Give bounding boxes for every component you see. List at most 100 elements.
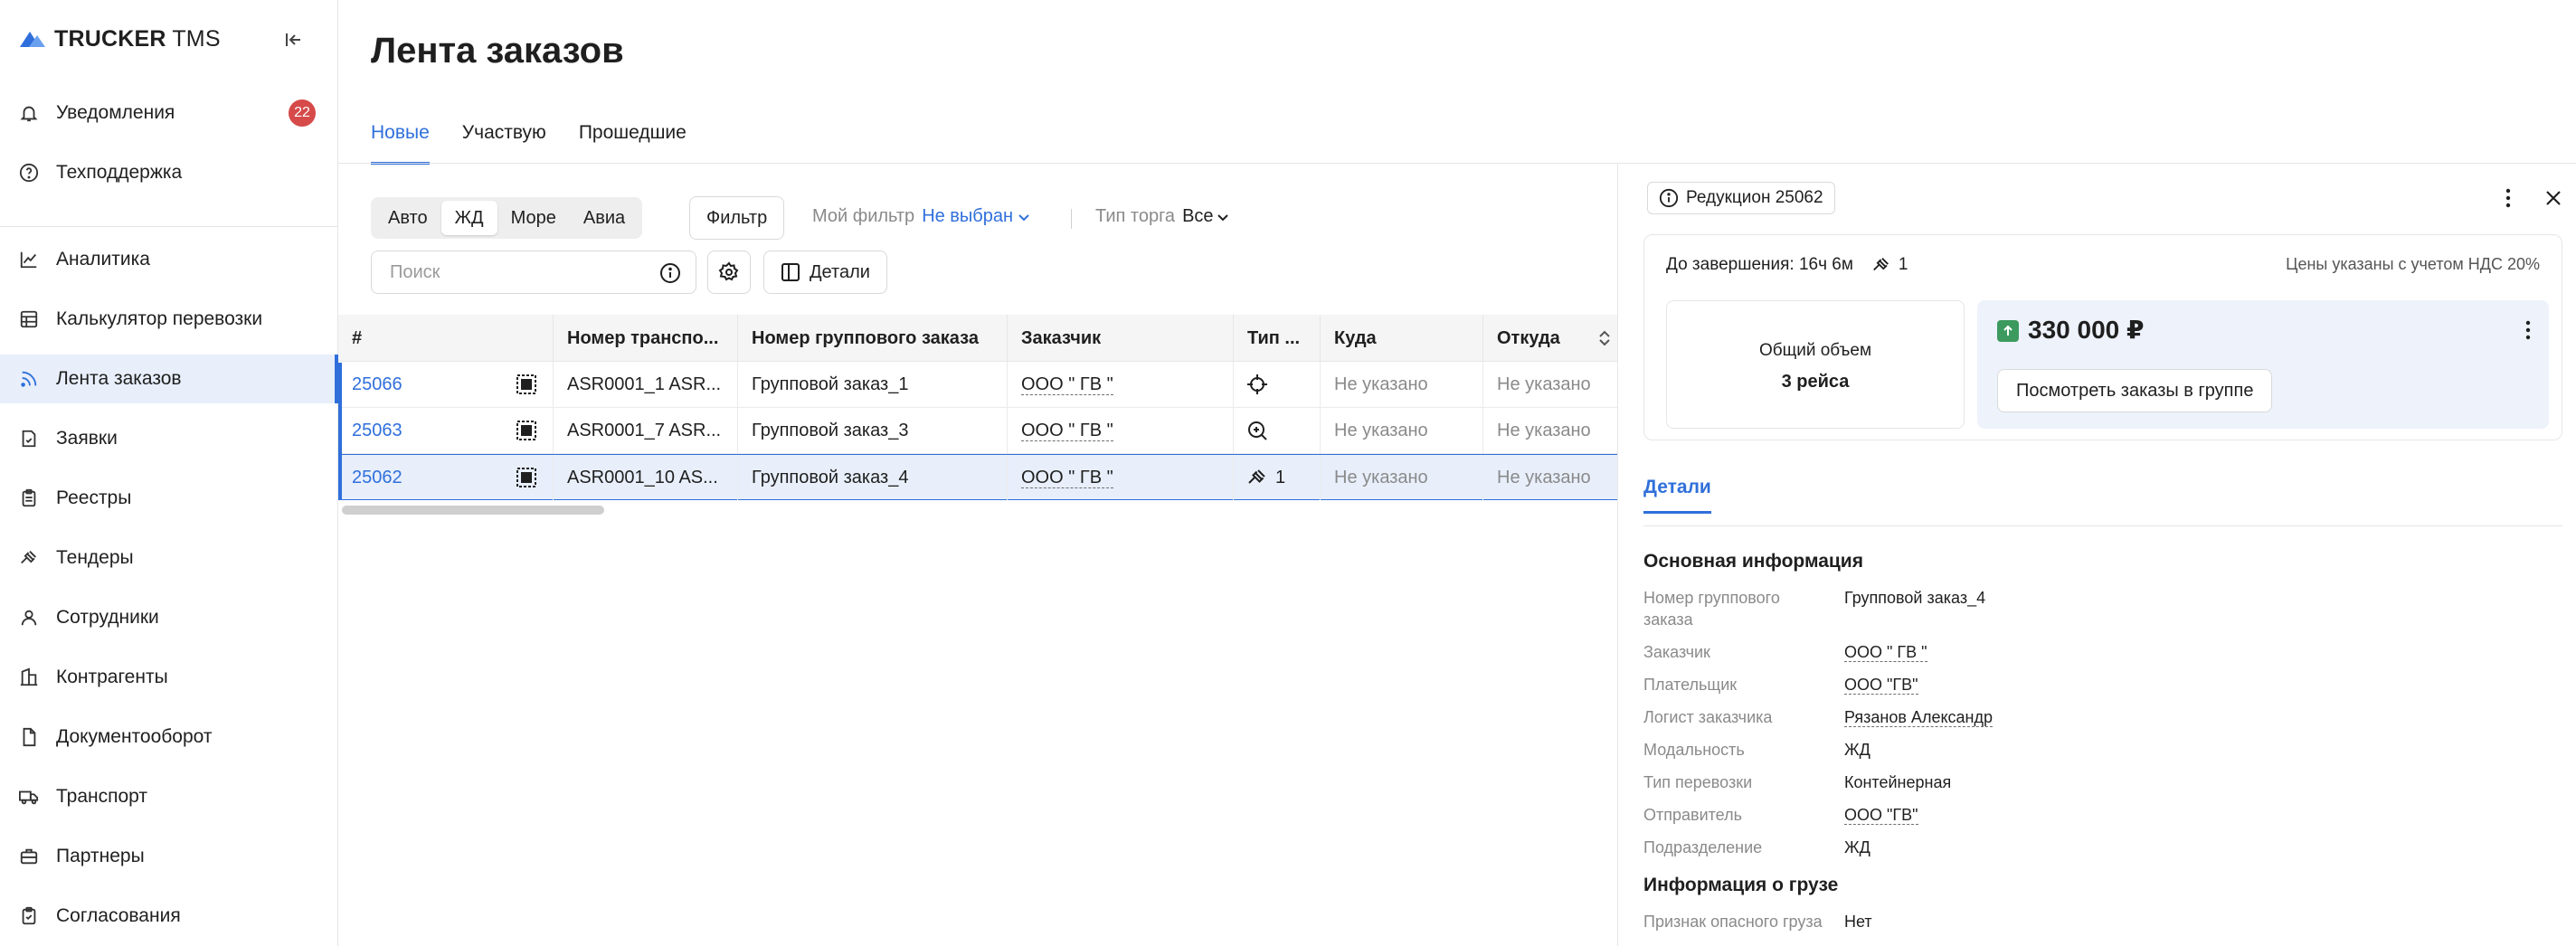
- sidebar-item-documents[interactable]: Документооборот: [0, 713, 338, 762]
- customer[interactable]: ООО " ГВ ": [1008, 408, 1234, 453]
- close-icon[interactable]: [2541, 185, 2566, 211]
- table-row[interactable]: 25066 ASR0001_1 ASR... Групповой заказ_1…: [338, 362, 1617, 408]
- column-header-customer[interactable]: Заказчик: [1008, 314, 1234, 362]
- kebab-menu-icon[interactable]: [2496, 185, 2521, 211]
- bids-count: 1: [1898, 255, 1908, 274]
- details-toggle-label: Детали: [810, 261, 870, 282]
- field-label: Тип перевозки: [1643, 773, 1753, 791]
- gavel-icon: [1871, 255, 1891, 275]
- column-header-from[interactable]: Откуда: [1483, 315, 1617, 362]
- info-icon: [1659, 188, 1679, 208]
- view-group-orders-button[interactable]: Посмотреть заказы в группе: [1997, 369, 2273, 412]
- transport-number: ASR0001_7 ASR...: [554, 408, 738, 453]
- field-value-link[interactable]: Рязанов Александр: [1844, 706, 1993, 728]
- search-field: [371, 251, 696, 294]
- table-row-selected[interactable]: 25062 ASR0001_10 AS... Групповой заказ_4…: [338, 454, 1617, 500]
- sort-icon[interactable]: [1597, 329, 1612, 347]
- search-zoom-icon: [1246, 420, 1268, 441]
- group-select-icon[interactable]: [516, 374, 537, 395]
- collapse-sidebar-icon[interactable]: [280, 27, 306, 52]
- group-select-icon[interactable]: [516, 467, 537, 488]
- field-label: Логист заказчика: [1643, 708, 1773, 726]
- order-id: 25062: [352, 467, 402, 487]
- sidebar-item-transport[interactable]: Транспорт: [0, 772, 338, 821]
- volume-value: 3 рейса: [1781, 372, 1850, 392]
- reduction-chip: Редукцион 25062: [1647, 182, 1835, 214]
- sidebar-item-approvals[interactable]: Согласования: [0, 892, 338, 941]
- order-id-link[interactable]: 25063: [338, 408, 554, 453]
- group-order: Групповой заказ_3: [738, 408, 1008, 453]
- field-label: Плательщик: [1643, 676, 1738, 694]
- field-label: Заказчик: [1643, 643, 1710, 661]
- sidebar-item-analytics[interactable]: Аналитика: [0, 235, 338, 284]
- feed-icon: [18, 368, 40, 390]
- logo-text: TRUCKER TMS: [54, 25, 221, 52]
- column-header-group[interactable]: Номер группового заказа: [738, 314, 1008, 362]
- field-value-link[interactable]: ООО "ГВ": [1844, 804, 1918, 826]
- sidebar-item-tenders[interactable]: Тендеры: [0, 534, 338, 582]
- sidebar-item-orders-feed[interactable]: Лента заказов: [0, 355, 338, 403]
- column-header-type[interactable]: Тип ...: [1234, 314, 1321, 362]
- remaining-time: До завершения: 16ч 6м: [1666, 255, 1853, 274]
- filter-button[interactable]: Фильтр: [689, 196, 785, 240]
- mode-rail[interactable]: ЖД: [440, 201, 497, 235]
- sidebar-item-notifications[interactable]: Уведомления: [0, 89, 338, 137]
- sidebar-item-employees[interactable]: Сотрудники: [0, 593, 338, 642]
- tab-participating[interactable]: Участвую: [462, 114, 546, 165]
- field-label: Подразделение: [1643, 838, 1763, 856]
- column-header-id[interactable]: #: [338, 314, 554, 362]
- tabs: Новые Участвую Прошедшие: [371, 114, 719, 165]
- settings-button[interactable]: [707, 251, 751, 294]
- sidebar-item-requests[interactable]: Заявки: [0, 414, 338, 463]
- trade-type-value: Все: [1182, 206, 1214, 226]
- order-id: 25063: [352, 421, 402, 440]
- tab-details[interactable]: Детали: [1643, 477, 1711, 514]
- sidebar-item-support[interactable]: Техподдержка: [0, 148, 338, 197]
- chevron-down-icon: [1216, 210, 1230, 224]
- table-row[interactable]: 25063 ASR0001_7 ASR... Групповой заказ_3…: [338, 408, 1617, 454]
- order-id-link[interactable]: 25062: [338, 454, 554, 500]
- tab-new[interactable]: Новые: [371, 114, 430, 165]
- sidebar-item-calculator[interactable]: Калькулятор перевозки: [0, 295, 338, 344]
- destination: Не указано: [1321, 408, 1483, 453]
- customer[interactable]: ООО " ГВ ": [1008, 454, 1234, 500]
- order-id-link[interactable]: 25066: [338, 362, 554, 407]
- search-input[interactable]: [388, 260, 641, 284]
- sidebar-item-label: Техподдержка: [56, 162, 183, 183]
- sidebar-item-registries[interactable]: Реестры: [0, 474, 338, 523]
- scrollbar-thumb[interactable]: [342, 506, 604, 515]
- truck-icon: [18, 786, 40, 808]
- trade-type-select[interactable]: Тип торга Все: [1095, 206, 1230, 227]
- kebab-menu-icon[interactable]: [2525, 320, 2531, 345]
- sidebar-item-label: Транспорт: [56, 786, 147, 807]
- mode-sea[interactable]: Море: [497, 201, 570, 235]
- trade-type-cell: 1: [1234, 454, 1321, 500]
- auction-summary-card: До завершения: 16ч 6м 1 Цены указаны с у…: [1643, 234, 2562, 440]
- horizontal-scrollbar[interactable]: [338, 503, 1617, 516]
- column-header-transport[interactable]: Номер транспо...: [554, 314, 738, 362]
- mode-auto[interactable]: Авто: [374, 201, 441, 235]
- field-value-link[interactable]: ООО " ГВ ": [1844, 641, 1927, 663]
- group-select-icon[interactable]: [516, 420, 537, 441]
- tab-past[interactable]: Прошедшие: [579, 114, 687, 165]
- mode-air[interactable]: Авиа: [570, 201, 639, 235]
- sidebar-item-label: Контрагенты: [56, 667, 168, 687]
- field-value-link[interactable]: ООО "ГВ": [1844, 674, 1918, 695]
- sidebar-item-partners[interactable]: Партнеры: [0, 832, 338, 881]
- customer[interactable]: ООО " ГВ ": [1008, 362, 1234, 407]
- user-icon: [18, 607, 40, 629]
- sidebar-item-label: Калькулятор перевозки: [56, 308, 263, 329]
- registry-icon: [18, 487, 40, 509]
- sidebar-item-counterparties[interactable]: Контрагенты: [0, 653, 338, 702]
- transport-number: ASR0001_10 AS...: [554, 454, 738, 500]
- field-label: Признак опасного груза: [1643, 913, 1823, 931]
- column-header-to[interactable]: Куда: [1321, 314, 1483, 362]
- logo[interactable]: TRUCKER TMS: [20, 24, 318, 54]
- column-header-from-label: Откуда: [1497, 327, 1560, 348]
- customer-name: ООО " ГВ ": [1021, 374, 1113, 395]
- destination: Не указано: [1321, 362, 1483, 407]
- details-toggle-button[interactable]: Детали: [763, 251, 887, 294]
- my-filter[interactable]: Мой фильтр Не выбран: [812, 206, 1031, 227]
- info-icon[interactable]: [659, 262, 681, 289]
- bell-icon: [18, 102, 40, 124]
